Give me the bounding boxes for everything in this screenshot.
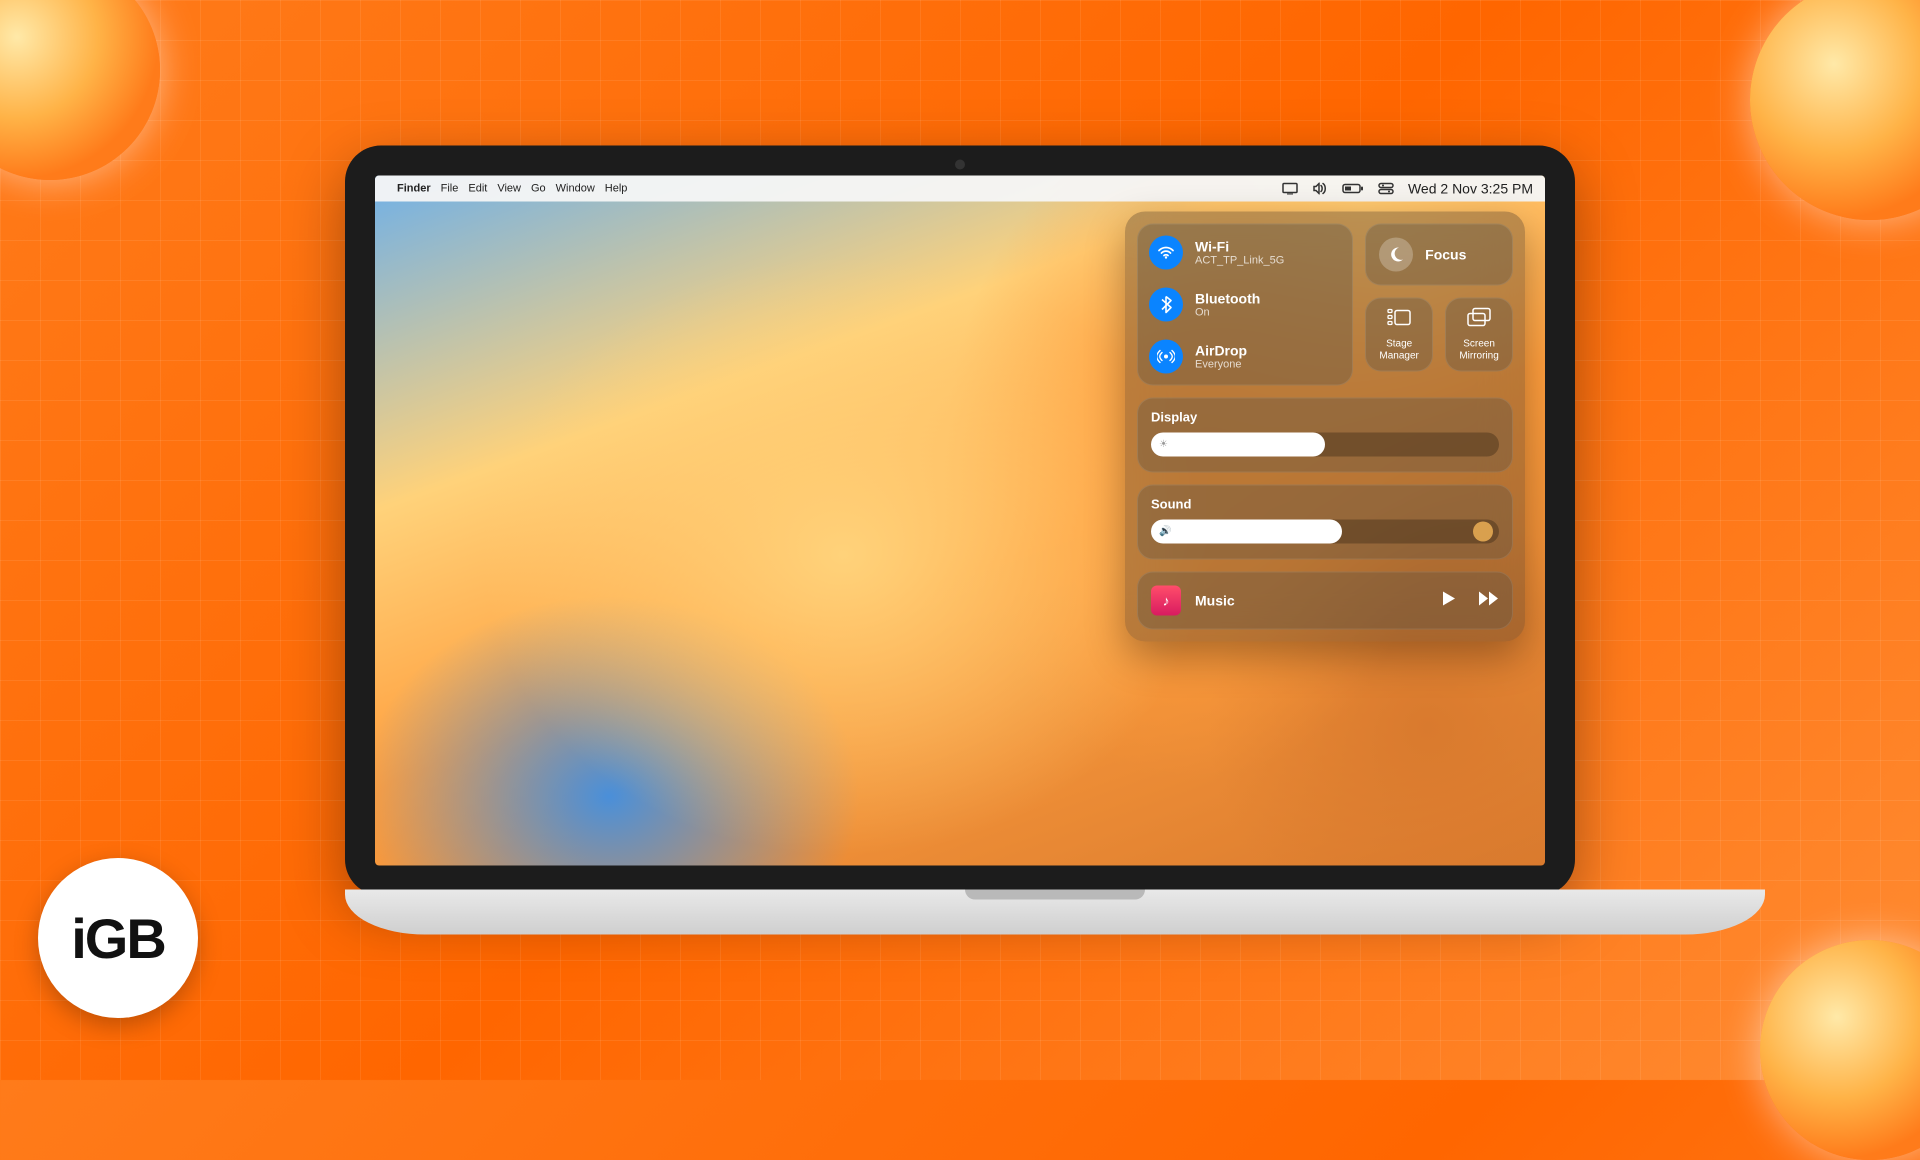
- bluetooth-title: Bluetooth: [1195, 291, 1260, 307]
- speaker-icon: 🔊: [1159, 526, 1171, 537]
- now-playing-card[interactable]: ♪ Music: [1137, 572, 1513, 630]
- laptop-base: [345, 890, 1765, 935]
- moon-icon: [1379, 238, 1413, 272]
- display-menu-icon[interactable]: [1282, 183, 1298, 195]
- sound-slider[interactable]: 🔊: [1151, 520, 1499, 544]
- wifi-icon: [1149, 236, 1183, 270]
- airdrop-icon: [1149, 340, 1183, 374]
- camera-icon: [955, 160, 965, 170]
- igb-badge: iGB: [38, 858, 198, 1018]
- menu-item-go[interactable]: Go: [531, 183, 546, 195]
- control-center-panel: Wi-Fi ACT_TP_Link_5G Bluetooth On: [1125, 212, 1525, 642]
- screen-mirroring-icon: [1467, 308, 1491, 333]
- display-slider-fill: [1151, 433, 1325, 457]
- menu-item-window[interactable]: Window: [556, 183, 595, 195]
- bluetooth-status: On: [1195, 307, 1260, 319]
- battery-menu-icon[interactable]: [1342, 183, 1364, 195]
- screen-mirroring-label: Screen Mirroring: [1451, 339, 1507, 362]
- brightness-icon: ☀: [1159, 439, 1168, 450]
- menu-item-view[interactable]: View: [497, 183, 521, 195]
- menu-item-edit[interactable]: Edit: [468, 183, 487, 195]
- connectivity-card: Wi-Fi ACT_TP_Link_5G Bluetooth On: [1137, 224, 1353, 386]
- bluetooth-icon: [1149, 288, 1183, 322]
- focus-title: Focus: [1425, 247, 1466, 263]
- stage-manager-label: Stage Manager: [1371, 339, 1427, 362]
- menubar-datetime[interactable]: Wed 2 Nov 3:25 PM: [1408, 181, 1533, 197]
- sound-slider-fill: [1151, 520, 1342, 544]
- airdrop-status: Everyone: [1195, 359, 1247, 371]
- menu-bar: Finder File Edit View Go Window Help: [375, 176, 1545, 202]
- airdrop-title: AirDrop: [1195, 343, 1247, 359]
- screen-mirroring-toggle[interactable]: Screen Mirroring: [1445, 298, 1513, 372]
- display-slider[interactable]: ☀: [1151, 433, 1499, 457]
- wifi-toggle[interactable]: Wi-Fi ACT_TP_Link_5G: [1149, 236, 1341, 270]
- menubar-app-name[interactable]: Finder: [397, 183, 431, 195]
- display-card: Display ☀: [1137, 398, 1513, 473]
- menu-item-file[interactable]: File: [441, 183, 459, 195]
- airdrop-toggle[interactable]: AirDrop Everyone: [1149, 340, 1341, 374]
- audio-output-button[interactable]: [1473, 522, 1493, 542]
- stage-manager-toggle[interactable]: Stage Manager: [1365, 298, 1433, 372]
- control-center-menu-icon[interactable]: [1378, 183, 1394, 195]
- display-label: Display: [1151, 410, 1499, 425]
- media-title: Music: [1195, 593, 1419, 609]
- sound-label: Sound: [1151, 497, 1499, 512]
- wifi-network: ACT_TP_Link_5G: [1195, 255, 1284, 267]
- laptop-frame: Finder File Edit View Go Window Help: [345, 146, 1575, 935]
- wifi-title: Wi-Fi: [1195, 239, 1284, 255]
- next-track-button[interactable]: [1477, 589, 1499, 612]
- bluetooth-toggle[interactable]: Bluetooth On: [1149, 288, 1341, 322]
- focus-toggle[interactable]: Focus: [1365, 224, 1513, 286]
- volume-menu-icon[interactable]: [1312, 183, 1328, 195]
- play-button[interactable]: [1439, 589, 1457, 612]
- stage-manager-icon: [1387, 308, 1411, 333]
- laptop-notch: [965, 890, 1145, 900]
- igb-text: iGB: [71, 906, 165, 971]
- menu-item-help[interactable]: Help: [605, 183, 628, 195]
- sound-card: Sound 🔊: [1137, 485, 1513, 560]
- music-app-icon: ♪: [1151, 586, 1181, 616]
